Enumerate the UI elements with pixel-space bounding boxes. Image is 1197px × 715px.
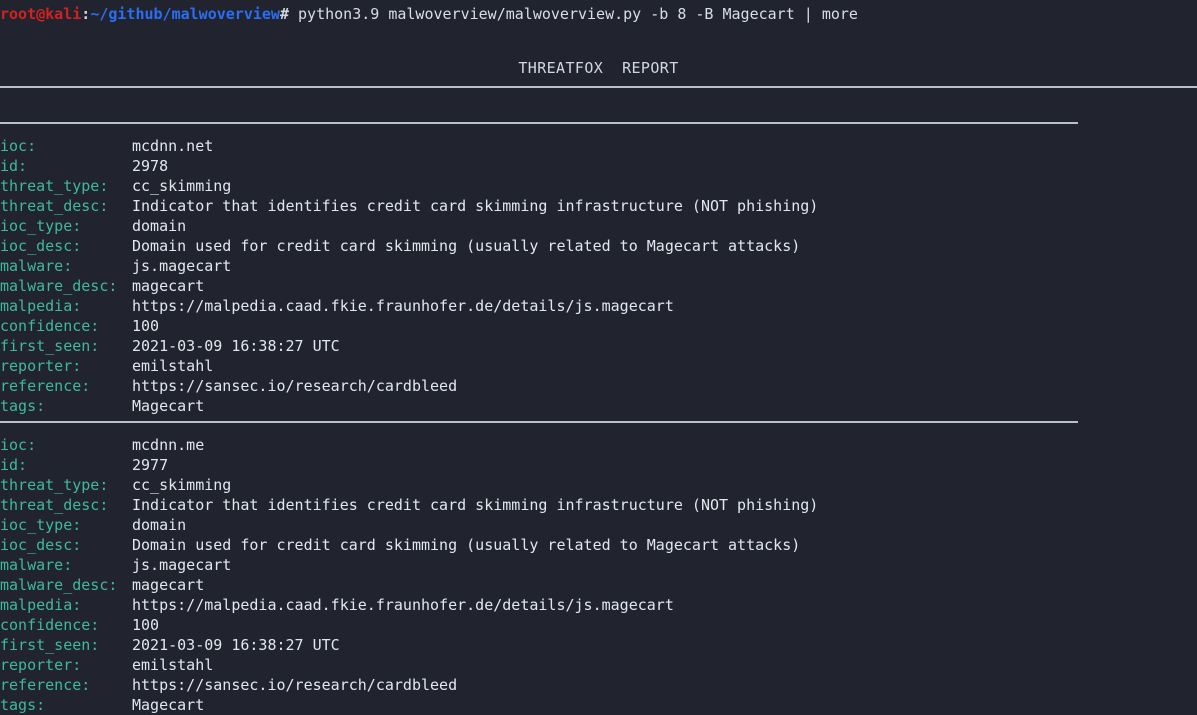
field-value: https://malpedia.caad.fkie.fraunhofer.de…: [132, 297, 674, 315]
terminal-window[interactable]: root@kali:~/github/malwoverview# python3…: [0, 0, 1197, 715]
field-value: 100: [132, 317, 160, 335]
field-value: Indicator that identifies credit card sk…: [132, 496, 819, 514]
field-value: 2978: [132, 157, 169, 175]
field-label: id:: [0, 157, 28, 175]
field-value: 2021-03-09 16:38:27 UTC: [132, 636, 340, 654]
field-label: id:: [0, 456, 28, 474]
field-label: first_seen:: [0, 337, 100, 355]
record-field-row: malpedia: https://malpedia.caad.fkie.frau…: [0, 296, 1197, 316]
record-field-row: malpedia: https://malpedia.caad.fkie.frau…: [0, 595, 1197, 615]
report-title: THREATFOX REPORT: [518, 59, 679, 77]
field-value: mcdnn.net: [132, 137, 214, 155]
shell-command: python3.9 malwoverview/malwoverview.py -…: [289, 5, 858, 23]
record-field-row: ioc: mcdnn.net: [0, 136, 1197, 156]
field-label: ioc_desc:: [0, 536, 82, 554]
field-label: malware:: [0, 257, 73, 275]
record-field-row: ioc_desc: Domain used for credit card ski…: [0, 236, 1197, 256]
field-label: tags:: [0, 696, 46, 714]
field-value: Magecart: [132, 696, 205, 714]
record-field-row: confidence: 100: [0, 615, 1197, 635]
field-label: tags:: [0, 397, 46, 415]
field-label: ioc_type:: [0, 217, 82, 235]
field-value: https://sansec.io/research/cardbleed: [132, 377, 458, 395]
record-field-row: threat_type: cc_skimming: [0, 475, 1197, 495]
field-label: reference:: [0, 377, 91, 395]
field-label: ioc:: [0, 436, 37, 454]
record-field-row: threat_desc: Indicator that identifies cr…: [0, 196, 1197, 216]
field-value: emilstahl: [132, 656, 214, 674]
field-value: mcdnn.me: [132, 436, 205, 454]
field-label: first_seen:: [0, 636, 100, 654]
field-value: Domain used for credit card skimming (us…: [132, 536, 801, 554]
record-field-row: reference: https://sansec.io/research/car…: [0, 376, 1197, 396]
record-field-row: first_seen: 2021-03-09 16:38:27 UTC: [0, 336, 1197, 356]
record-field-row: reference: https://sansec.io/research/car…: [0, 675, 1197, 695]
field-label: reporter:: [0, 656, 82, 674]
record-field-row: reporter: emilstahl: [0, 356, 1197, 376]
record-field-row: ioc_type: domain: [0, 216, 1197, 236]
record-field-row: confidence: 100: [0, 316, 1197, 336]
threatfox-record: ioc: mcdnn.me id: 2977 threat_type: cc_skimmi…: [0, 435, 1197, 715]
threatfox-record: ioc: mcdnn.net id: 2978 threat_type: cc_skimm…: [0, 136, 1197, 416]
separator-record-1-top: [0, 122, 1078, 124]
field-value: 2021-03-09 16:38:27 UTC: [132, 337, 340, 355]
field-value: magecart: [132, 576, 205, 594]
record-field-row: ioc_desc: Domain used for credit card ski…: [0, 535, 1197, 555]
field-value: 2977: [132, 456, 169, 474]
record-field-row: malware: js.magecart: [0, 555, 1197, 575]
field-value: domain: [132, 217, 187, 235]
record-field-row: malware_desc: magecart: [0, 276, 1197, 296]
field-label: malware_desc:: [0, 576, 118, 594]
field-label: threat_type:: [0, 476, 109, 494]
field-label: ioc:: [0, 137, 37, 155]
record-field-row: first_seen: 2021-03-09 16:38:27 UTC: [0, 635, 1197, 655]
record-field-row: ioc_type: domain: [0, 515, 1197, 535]
field-value: cc_skimming: [132, 476, 232, 494]
prompt-path: ~/github/malwoverview: [90, 5, 280, 23]
record-field-row: id: 2978: [0, 156, 1197, 176]
field-label: threat_desc:: [0, 496, 109, 514]
field-label: reporter:: [0, 357, 82, 375]
shell-prompt-line: root@kali:~/github/malwoverview# python3…: [0, 4, 858, 24]
prompt-colon: :: [81, 5, 91, 23]
field-label: ioc_type:: [0, 516, 82, 534]
field-label: malpedia:: [0, 297, 82, 315]
record-field-row: tags: Magecart: [0, 695, 1197, 715]
prompt-user-host: root@kali: [0, 5, 82, 23]
field-value: 100: [132, 616, 160, 634]
record-field-row: id: 2977: [0, 455, 1197, 475]
field-value: domain: [132, 516, 187, 534]
field-label: threat_desc:: [0, 197, 109, 215]
prompt-hash: #: [279, 5, 289, 23]
record-field-row: malware: js.magecart: [0, 256, 1197, 276]
field-label: malpedia:: [0, 596, 82, 614]
field-value: magecart: [132, 277, 205, 295]
field-value: js.magecart: [132, 257, 232, 275]
field-label: ioc_desc:: [0, 237, 82, 255]
field-label: malware_desc:: [0, 277, 118, 295]
field-value: https://sansec.io/research/cardbleed: [132, 676, 458, 694]
field-value: emilstahl: [132, 357, 214, 375]
field-value: https://malpedia.caad.fkie.fraunhofer.de…: [132, 596, 674, 614]
field-value: Domain used for credit card skimming (us…: [132, 237, 801, 255]
field-label: confidence:: [0, 317, 100, 335]
field-value: js.magecart: [132, 556, 232, 574]
separator-record-2-top: [0, 421, 1078, 423]
field-label: malware:: [0, 556, 73, 574]
field-value: Indicator that identifies credit card sk…: [132, 197, 819, 215]
field-value: Magecart: [132, 397, 205, 415]
record-field-row: malware_desc: magecart: [0, 575, 1197, 595]
record-field-row: reporter: emilstahl: [0, 655, 1197, 675]
separator-title: [0, 86, 1197, 88]
field-value: cc_skimming: [132, 177, 232, 195]
field-label: threat_type:: [0, 177, 109, 195]
record-field-row: tags: Magecart: [0, 396, 1197, 416]
field-label: confidence:: [0, 616, 100, 634]
field-label: reference:: [0, 676, 91, 694]
record-field-row: threat_desc: Indicator that identifies cr…: [0, 495, 1197, 515]
record-field-row: threat_type: cc_skimming: [0, 176, 1197, 196]
record-field-row: ioc: mcdnn.me: [0, 435, 1197, 455]
